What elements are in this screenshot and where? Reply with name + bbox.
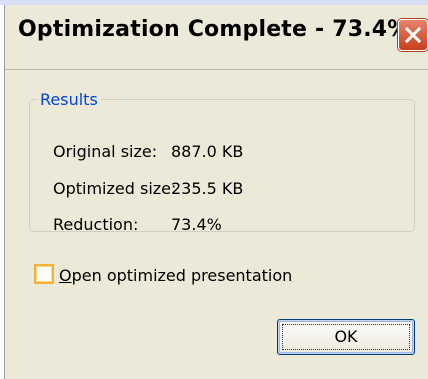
titlebar-separator: [5, 69, 428, 70]
optimized-size-label: Optimized size:: [53, 179, 177, 198]
results-group: Results Original size: 887.0 KB Optimize…: [29, 90, 415, 234]
open-presentation-label[interactable]: Open optimized presentation: [59, 266, 292, 285]
ok-focus-rect: [282, 324, 410, 350]
results-legend: Results: [40, 90, 98, 109]
reduction-row: Reduction: 73.4%: [53, 215, 222, 234]
dialog-title: Optimization Complete - 73.4%: [18, 17, 410, 42]
optimization-complete-dialog: Optimization Complete - 73.4% Results Or…: [4, 5, 428, 379]
close-icon: [404, 26, 422, 44]
reduction-label: Reduction:: [53, 215, 139, 234]
ok-button[interactable]: OK: [277, 319, 415, 355]
original-size-value: 887.0 KB: [171, 142, 244, 161]
reduction-value: 73.4%: [171, 215, 222, 234]
open-presentation-mnemonic: O: [59, 266, 72, 285]
original-size-label: Original size:: [53, 142, 158, 161]
dialog-titlebar[interactable]: Optimization Complete - 73.4%: [5, 5, 428, 67]
close-button[interactable]: [398, 19, 428, 51]
optimized-size-row: Optimized size: 235.5 KB: [53, 179, 243, 198]
original-size-row: Original size: 887.0 KB: [53, 142, 243, 161]
optimized-size-value: 235.5 KB: [171, 179, 244, 198]
open-presentation-label-text: pen optimized presentation: [71, 266, 293, 285]
open-presentation-checkbox[interactable]: [34, 264, 54, 284]
